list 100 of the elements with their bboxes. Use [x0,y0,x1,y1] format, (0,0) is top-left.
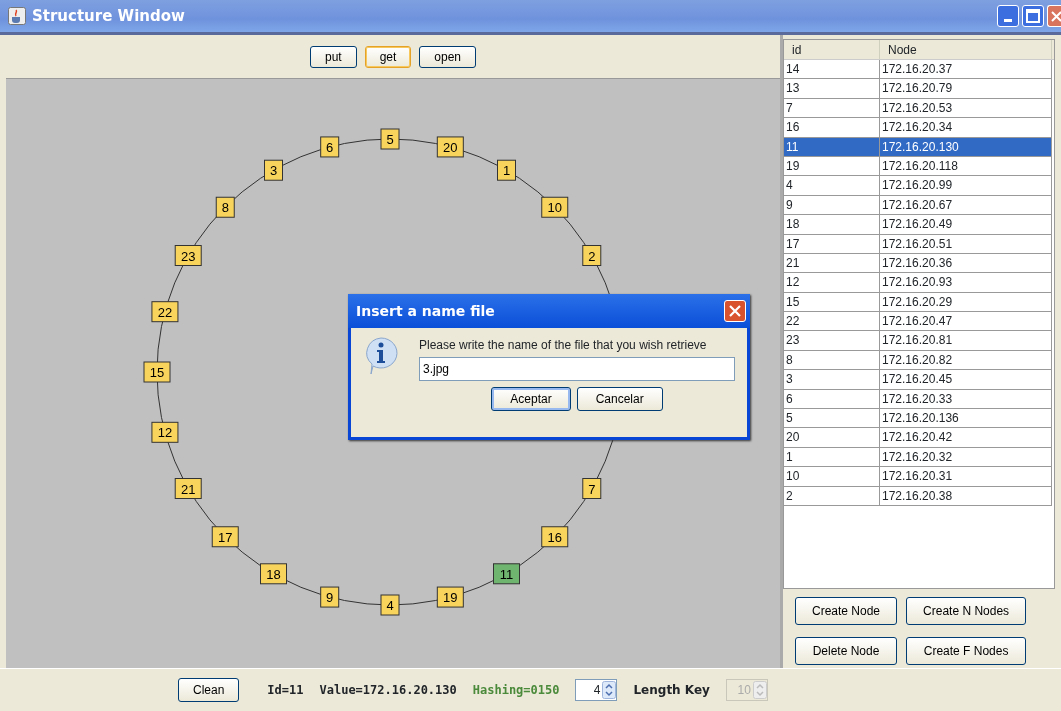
table-row[interactable]: 7 172.16.20.53 [784,98,1054,119]
table-row[interactable]: 13 172.16.20.79 [784,79,1054,99]
table-cell: 19 [784,156,880,177]
minimize-icon [1004,18,1012,22]
ring-node: 11 [493,563,520,585]
table-cell: 6 [784,389,880,410]
ring-node: 1 [497,159,516,181]
node-action-button[interactable]: Create F Nodes [906,637,1027,665]
number-spinner[interactable]: 4 [575,679,618,701]
table-cell: 172.16.20.34 [880,118,1052,138]
table-cell: 172.16.20.51 [880,234,1052,254]
table-cell: 15 [784,292,880,313]
table-row[interactable]: 3 172.16.20.45 [784,370,1054,390]
table-row[interactable]: 21 172.16.20.36 [784,253,1054,274]
toolbar-button[interactable]: open [419,45,477,68]
dialog-button[interactable]: Cancelar [576,387,663,411]
table-cell: 172.16.20.79 [880,79,1052,99]
table-cell: 172.16.20.118 [880,156,1052,177]
node-action-button[interactable]: Create N Nodes [906,597,1027,625]
table-row[interactable]: 10 172.16.20.31 [784,467,1054,487]
toolbar-button[interactable]: get [364,45,412,68]
table-cell: 172.16.20.33 [880,389,1052,410]
file-name-field[interactable]: 3.jpg [419,357,735,381]
maximize-icon [1026,9,1040,23]
close-button[interactable] [1047,5,1061,27]
table-row[interactable]: 22 172.16.20.47 [784,312,1054,332]
table-row[interactable]: 6 172.16.20.33 [784,389,1054,410]
table-cell: 21 [784,253,880,274]
table-cell: 172.16.20.31 [880,467,1052,487]
table-cell: 16 [784,118,880,138]
table-cell: 172.16.20.99 [880,176,1052,196]
table-cell: 5 [784,409,880,429]
column-header[interactable]: id [784,40,880,59]
ring-node: 12 [151,421,179,443]
table-row[interactable]: 4 172.16.20.99 [784,176,1054,196]
table-cell: 3 [784,370,880,390]
table-row[interactable]: 14 172.16.20.37 [784,60,1054,80]
table-row[interactable]: 2 172.16.20.38 [784,486,1054,506]
ring-node: 20 [436,136,464,158]
value-label: Value=172.16.20.130 [319,682,457,699]
ring-node: 6 [320,136,340,158]
table-row[interactable]: 18 172.16.20.49 [784,215,1054,235]
clean-button[interactable]: Clean [178,678,240,702]
table-cell: 1 [784,447,880,468]
toolbar-button[interactable]: put [309,45,357,68]
table-cell: 12 [784,273,880,293]
spinner-arrows-icon[interactable] [602,681,617,699]
hashing-label: Hashing=0150 [472,682,560,699]
table-cell: 4 [784,176,880,196]
table-cell: 172.16.20.37 [880,60,1052,80]
minimize-button[interactable] [997,5,1019,27]
id-label: Id=11 [267,682,304,699]
node-action-button[interactable]: Create Node [795,597,898,625]
ring-node: 22 [151,301,179,323]
ring-node: 19 [436,586,464,608]
table-row[interactable]: 15 172.16.20.29 [784,292,1054,313]
table-row[interactable]: 12 172.16.20.93 [784,273,1054,293]
ring-node: 4 [380,594,400,616]
table-cell: 172.16.20.81 [880,331,1052,351]
table-cell: 172.16.20.32 [880,447,1052,468]
table-row[interactable]: 9 172.16.20.67 [784,195,1054,216]
node-action-button[interactable]: Delete Node [795,637,898,665]
table-cell: 10 [784,467,880,487]
table-cell: 172.16.20.42 [880,428,1052,448]
length-key-label: Length Key [633,682,710,699]
table-row[interactable]: 11 172.16.20.130 [784,137,1054,157]
ring-node: 21 [174,478,202,499]
column-header[interactable]: Node [880,40,1052,59]
table-row[interactable]: 23 172.16.20.81 [784,331,1054,351]
table-cell: 18 [784,215,880,235]
table-cell: 14 [784,60,880,80]
maximize-button[interactable] [1022,5,1044,27]
table-row[interactable]: 16 172.16.20.34 [784,118,1054,138]
table-row[interactable]: 20 172.16.20.42 [784,428,1054,448]
table-cell: 172.16.20.45 [880,370,1052,390]
table-cell: 172.16.20.29 [880,292,1052,313]
java-cup-icon [8,7,26,25]
ring-node: 5 [380,128,400,150]
table-cell: 172.16.20.49 [880,215,1052,235]
ring-node: 9 [320,586,340,608]
info-icon [363,336,399,376]
table-cell: 172.16.20.36 [880,253,1052,274]
table-cell: 7 [784,98,880,119]
table-row[interactable]: 5 172.16.20.136 [784,409,1054,429]
ring-node: 2 [582,245,602,266]
ring-node: 3 [264,159,283,181]
close-button[interactable] [724,300,746,322]
ring-node: 8 [215,196,235,218]
dialog-title: Insert a name file [356,301,495,321]
table-row[interactable]: 17 172.16.20.51 [784,234,1054,254]
table-row[interactable]: 1 172.16.20.32 [784,447,1054,468]
table-cell: 172.16.20.67 [880,195,1052,216]
table-row[interactable]: 19 172.16.20.118 [784,156,1054,177]
table-cell: 13 [784,79,880,99]
table-cell: 9 [784,195,880,216]
table-row[interactable]: 8 172.16.20.82 [784,350,1054,371]
table-cell: 20 [784,428,880,448]
ring-node: 10 [541,196,569,218]
close-icon [728,304,742,318]
dialog-button[interactable]: Aceptar [491,387,571,411]
